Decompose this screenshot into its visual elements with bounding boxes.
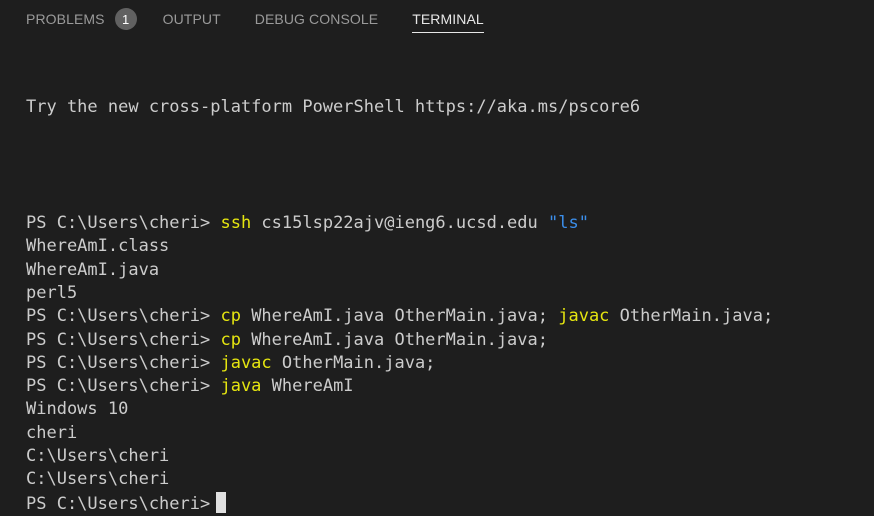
terminal-command-line: PS C:\Users\cheri> ssh cs15lsp22ajv@ieng… bbox=[26, 212, 864, 235]
argument-token: WhereAmI.java OtherMain.java; bbox=[240, 306, 559, 327]
terminal-output-line: WhereAmI.java bbox=[26, 259, 160, 280]
terminal-output-line: C:\Users\cheri bbox=[26, 469, 170, 490]
terminal-cursor bbox=[216, 491, 227, 513]
tab-output-label: OUTPUT bbox=[162, 11, 221, 27]
tab-output[interactable]: OUTPUT bbox=[163, 0, 221, 38]
terminal-current-prompt: PS C:\Users\cheri> bbox=[26, 491, 864, 515]
shell-prompt: PS C:\Users\cheri> bbox=[26, 352, 221, 373]
argument-token: WhereAmI bbox=[261, 376, 354, 397]
terminal-output-line: WhereAmI.class bbox=[26, 236, 170, 257]
terminal-command-line: PS C:\Users\cheri> java WhereAmI bbox=[26, 375, 864, 398]
problems-count-badge: 1 bbox=[114, 8, 137, 30]
tab-debug-console-label: DEBUG CONSOLE bbox=[254, 11, 379, 27]
terminal-output-line: C:\Users\cheri bbox=[26, 446, 170, 467]
shell-prompt: PS C:\Users\cheri> bbox=[26, 376, 221, 397]
panel-tab-bar: PROBLEMS 1 OUTPUT DEBUG CONSOLE TERMINAL bbox=[0, 0, 874, 38]
shell-prompt: PS C:\Users\cheri> bbox=[26, 306, 221, 327]
command-token: javac bbox=[558, 306, 610, 327]
terminal-output-line: cheri bbox=[26, 422, 78, 443]
argument-token: cs15lsp22ajv@ieng6.ucsd.edu bbox=[251, 213, 548, 234]
terminal-banner: Try the new cross-platform PowerShell ht… bbox=[26, 96, 641, 117]
tab-terminal-label: TERMINAL bbox=[412, 11, 484, 27]
shell-prompt: PS C:\Users\cheri> bbox=[26, 329, 221, 350]
terminal-command-line: PS C:\Users\cheri> cp WhereAmI.java Othe… bbox=[26, 329, 864, 352]
terminal-command-line: PS C:\Users\cheri> cp WhereAmI.java Othe… bbox=[26, 305, 864, 328]
tab-problems-label: PROBLEMS bbox=[26, 11, 105, 27]
string-token: "ls" bbox=[548, 213, 589, 234]
tab-problems[interactable]: PROBLEMS 1 bbox=[26, 0, 137, 38]
command-token: cp bbox=[220, 329, 241, 350]
terminal-output-line: perl5 bbox=[26, 282, 78, 303]
shell-prompt: PS C:\Users\cheri> bbox=[26, 493, 211, 514]
command-token: cp bbox=[220, 306, 241, 327]
tab-debug-console[interactable]: DEBUG CONSOLE bbox=[255, 0, 378, 38]
terminal-output-line: Windows 10 bbox=[26, 399, 129, 420]
command-token: javac bbox=[220, 352, 272, 373]
tab-terminal[interactable]: TERMINAL bbox=[412, 0, 484, 38]
argument-token: OtherMain.java; bbox=[609, 306, 774, 327]
terminal-command-line: PS C:\Users\cheri> javac OtherMain.java; bbox=[26, 352, 864, 375]
shell-prompt: PS C:\Users\cheri> bbox=[26, 213, 221, 234]
command-token: ssh bbox=[220, 213, 252, 234]
argument-token: WhereAmI.java OtherMain.java; bbox=[240, 329, 548, 350]
command-token: java bbox=[220, 376, 262, 397]
terminal-output[interactable]: Try the new cross-platform PowerShell ht… bbox=[26, 49, 864, 515]
argument-token: OtherMain.java; bbox=[271, 352, 436, 373]
